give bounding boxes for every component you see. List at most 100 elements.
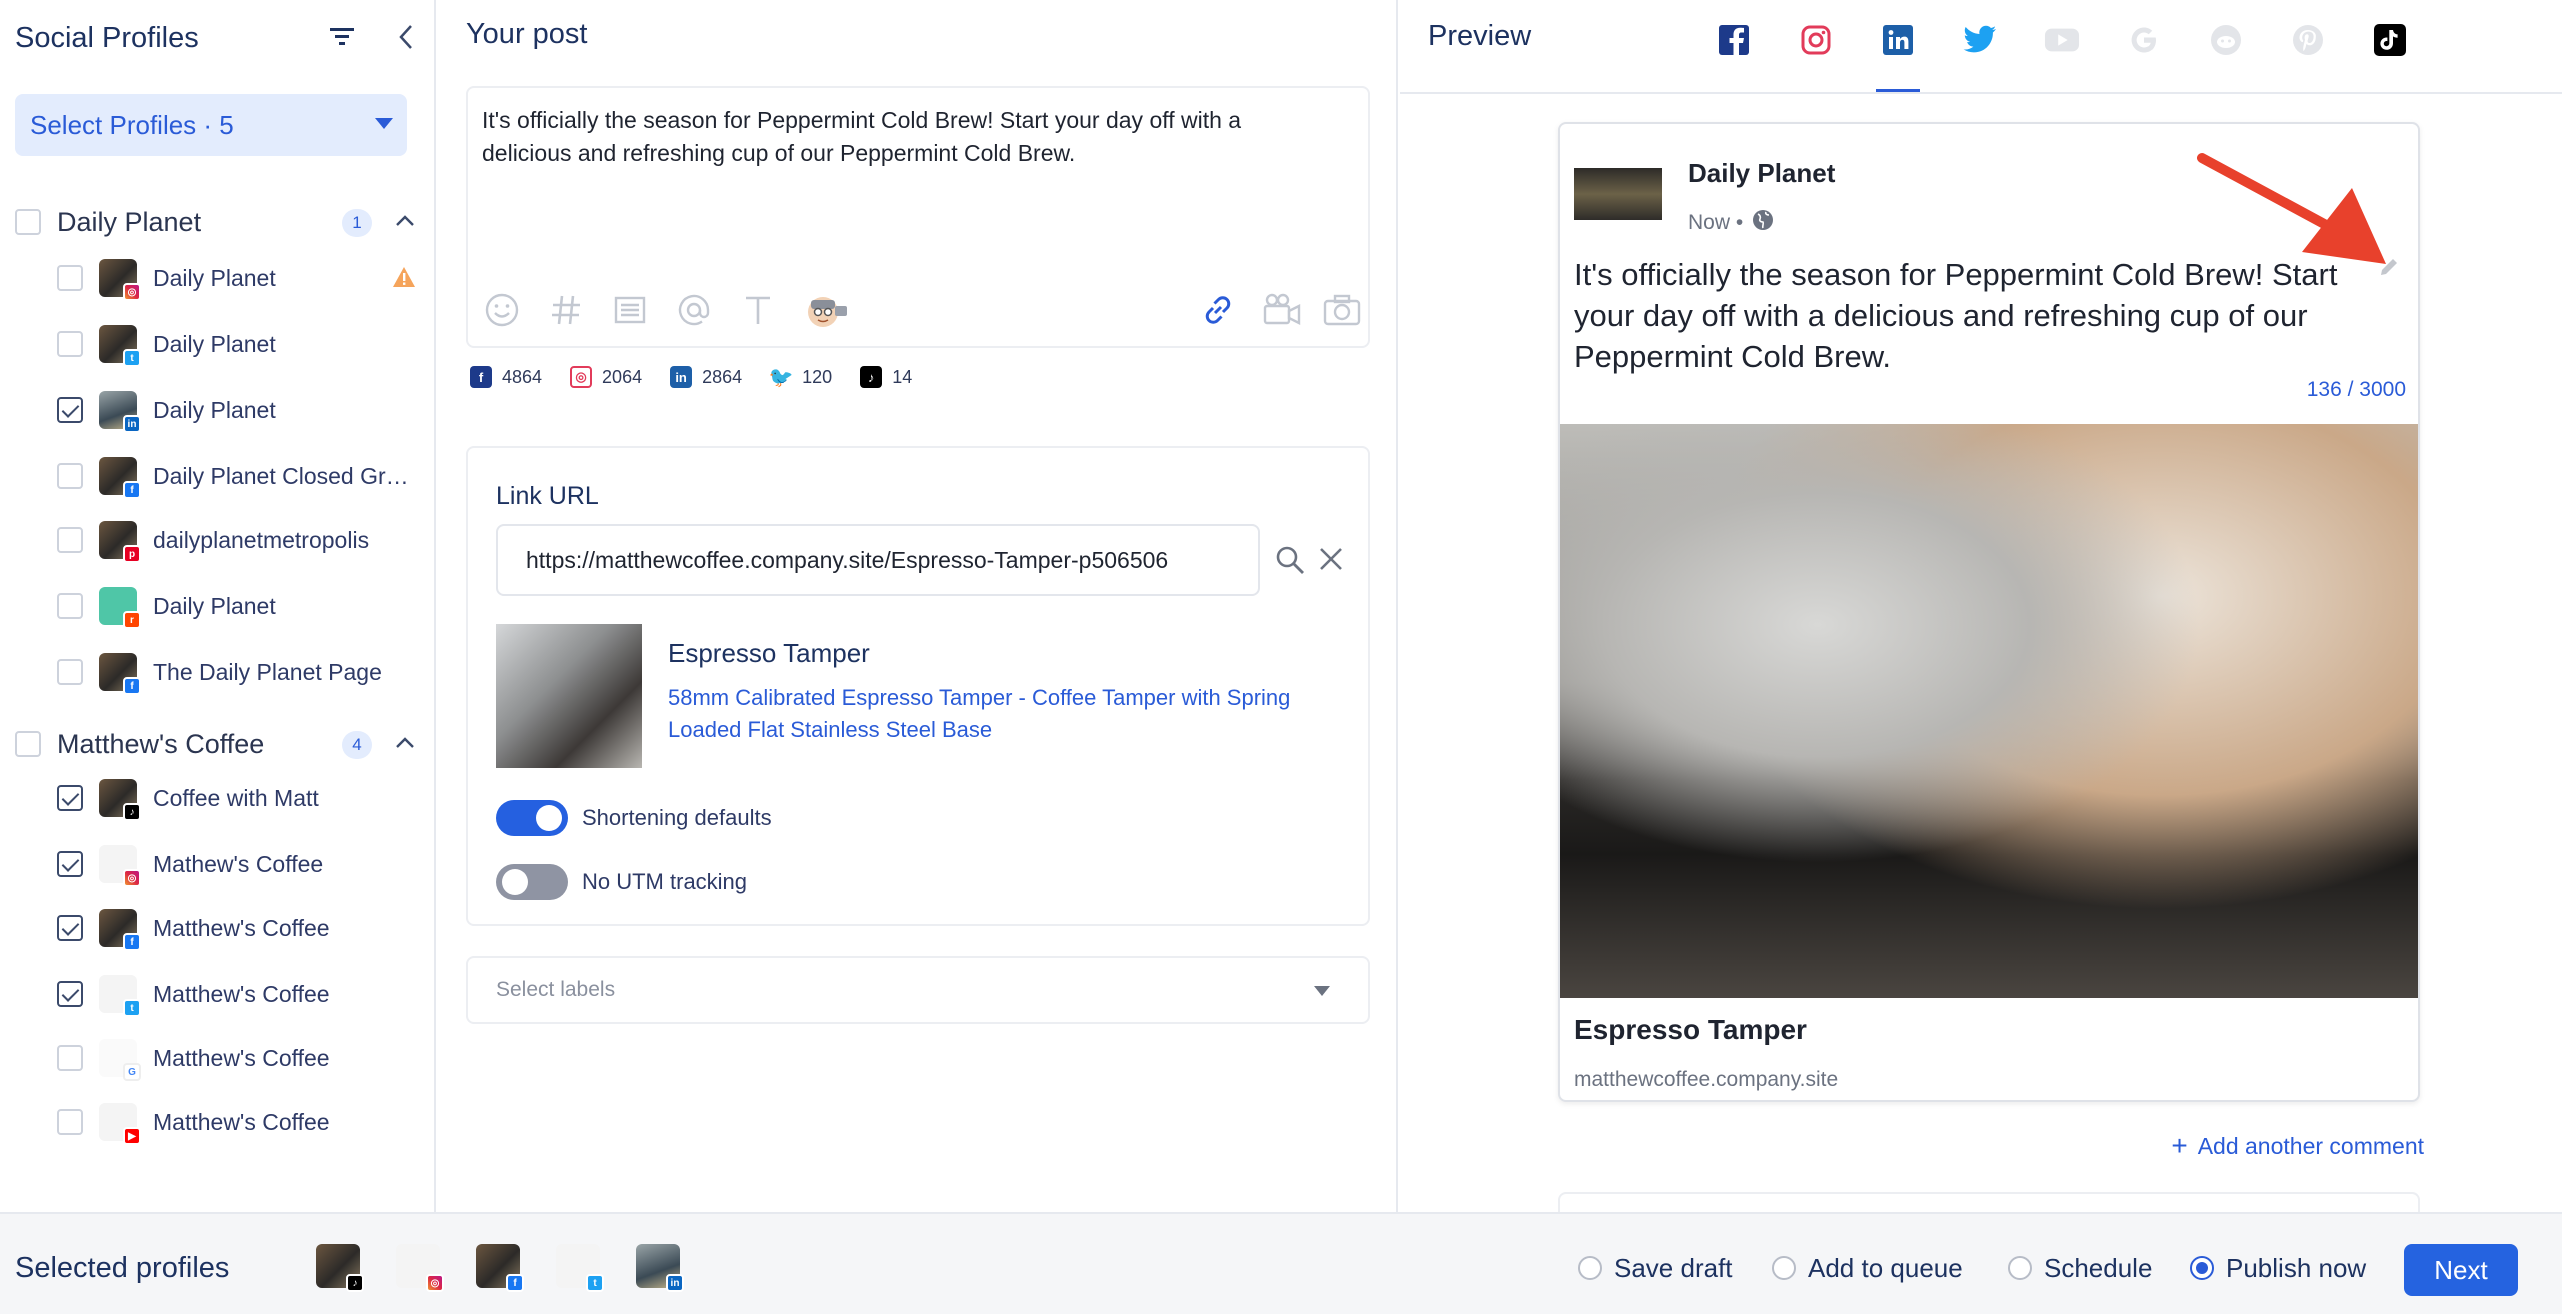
option-label: Schedule — [2044, 1252, 2153, 1283]
tab-linkedin[interactable] — [1876, 22, 1920, 92]
text-format-icon[interactable] — [736, 288, 780, 332]
labels-select[interactable]: Select labels — [466, 956, 1370, 1024]
profile-row[interactable]: in Daily Planet — [57, 388, 416, 433]
profile-row[interactable]: ◎ Daily Planet — [57, 256, 416, 301]
radio-button[interactable] — [2190, 1256, 2214, 1280]
profile-row[interactable]: ▶ Matthew's Coffee — [57, 1100, 416, 1145]
profile-row[interactable]: f Matthew's Coffee — [57, 906, 416, 951]
avatar[interactable]: f — [476, 1244, 524, 1292]
avatar[interactable]: t — [556, 1244, 604, 1292]
profile-checkbox[interactable] — [57, 1045, 83, 1071]
option-save-draft[interactable]: Save draft — [1578, 1248, 1733, 1288]
caret-down-icon — [375, 118, 393, 129]
hashtag-icon[interactable] — [544, 288, 588, 332]
link-url-input[interactable]: https://matthewcoffee.company.site/Espre… — [496, 524, 1260, 596]
profile-checkbox[interactable] — [57, 593, 83, 619]
profile-checkbox[interactable] — [57, 331, 83, 357]
profile-name: The Daily Planet Page — [153, 658, 382, 685]
option-add-to-queue[interactable]: Add to queue — [1772, 1248, 1963, 1288]
group-checkbox[interactable] — [15, 731, 41, 757]
profile-checkbox[interactable] — [57, 981, 83, 1007]
profile-row[interactable]: ♪ Coffee with Matt — [57, 776, 416, 821]
profile-checkbox[interactable] — [57, 1109, 83, 1135]
preview-time: Now • — [1688, 211, 1744, 234]
chevron-up-icon[interactable] — [394, 732, 416, 759]
mention-icon[interactable] — [672, 288, 716, 332]
profile-checkbox[interactable] — [57, 397, 83, 423]
avatar: ◎ — [99, 845, 141, 887]
profile-checkbox[interactable] — [57, 463, 83, 489]
profile-row[interactable]: t Daily Planet — [57, 322, 416, 367]
avatar[interactable]: ♪ — [316, 1244, 364, 1292]
profile-row[interactable]: f Daily Planet Closed Gro... — [57, 454, 416, 499]
profile-checkbox[interactable] — [57, 265, 83, 291]
ai-assistant-icon[interactable] — [800, 288, 852, 332]
emoji-icon[interactable] — [480, 288, 524, 332]
link-url-card: Link URL https://matthewcoffee.company.s… — [466, 446, 1370, 926]
chevron-up-icon[interactable] — [394, 210, 416, 237]
profile-name: Matthew's Coffee — [153, 914, 330, 941]
linkedin-icon: in — [670, 366, 693, 388]
radio-button[interactable] — [2008, 1256, 2032, 1280]
video-icon[interactable] — [1260, 288, 1304, 332]
shortening-toggle-row[interactable]: Shortening defaults — [496, 798, 772, 838]
profile-row[interactable]: ◎ Mathew's Coffee — [57, 842, 416, 887]
profile-checkbox[interactable] — [57, 915, 83, 941]
profile-checkbox[interactable] — [57, 851, 83, 877]
avatar[interactable]: in — [636, 1244, 684, 1292]
tab-youtube[interactable] — [2044, 22, 2080, 58]
profile-row[interactable]: r Daily Planet — [57, 584, 416, 629]
tab-instagram[interactable] — [1798, 22, 1834, 58]
add-comment-label: Add another comment — [2197, 1132, 2424, 1159]
post-editor[interactable]: It's officially the season for Peppermin… — [466, 86, 1370, 348]
link-preview-thumbnail — [496, 624, 642, 768]
collapse-sidebar-icon[interactable] — [396, 22, 416, 57]
labels-placeholder: Select labels — [496, 978, 616, 1001]
red-arrow-annotation — [2197, 153, 2386, 264]
link-icon[interactable] — [1196, 288, 1240, 332]
link-url-label: Link URL — [496, 482, 599, 510]
camera-icon[interactable] — [1320, 288, 1364, 332]
utm-toggle[interactable] — [496, 864, 568, 900]
instagram-icon: ◎ — [570, 366, 593, 388]
snippets-icon[interactable] — [608, 288, 652, 332]
tab-pinterest[interactable] — [2290, 22, 2326, 58]
avatar — [1574, 168, 1662, 220]
avatar[interactable]: ◎ — [396, 1244, 444, 1292]
avatar: ▶ — [99, 1103, 141, 1145]
option-label: Publish now — [2226, 1252, 2367, 1283]
profile-checkbox[interactable] — [57, 785, 83, 811]
filter-icon[interactable] — [328, 24, 356, 53]
profile-group-matthews-coffee[interactable]: Matthew's Coffee 4 — [15, 722, 416, 766]
profile-row[interactable]: t Matthew's Coffee — [57, 972, 416, 1017]
profile-group-daily-planet[interactable]: Daily Planet 1 — [15, 200, 416, 244]
group-checkbox[interactable] — [15, 209, 41, 235]
tab-reddit[interactable] — [2208, 22, 2244, 58]
profile-row[interactable]: G Matthew's Coffee — [57, 1036, 416, 1081]
select-profiles-dropdown[interactable]: Select Profiles · 5 — [15, 94, 407, 156]
utm-toggle-row[interactable]: No UTM tracking — [496, 862, 747, 902]
radio-button[interactable] — [1578, 1256, 1602, 1280]
avatar: p — [99, 521, 141, 563]
profile-checkbox[interactable] — [57, 659, 83, 685]
option-schedule[interactable]: Schedule — [2008, 1248, 2152, 1288]
tab-google[interactable] — [2126, 22, 2162, 58]
radio-button[interactable] — [1772, 1256, 1796, 1280]
tab-twitter[interactable] — [1962, 22, 1998, 58]
close-icon[interactable] — [1316, 544, 1346, 579]
option-publish-now[interactable]: Publish now — [2190, 1248, 2366, 1288]
tab-facebook[interactable] — [1716, 22, 1752, 58]
post-text[interactable]: It's officially the season for Peppermin… — [482, 104, 1308, 170]
add-comment-button[interactable]: + Add another comment — [2171, 1130, 2424, 1162]
count-value: 4864 — [502, 366, 543, 387]
profile-checkbox[interactable] — [57, 527, 83, 553]
profile-row[interactable]: p dailyplanetmetropolis — [57, 518, 416, 563]
shortening-toggle[interactable] — [496, 800, 568, 836]
next-button[interactable]: Next — [2404, 1244, 2518, 1296]
profile-name: Daily Planet — [153, 592, 276, 619]
search-icon[interactable] — [1274, 544, 1306, 581]
tab-tiktok[interactable] — [2372, 22, 2408, 58]
warning-icon[interactable] — [392, 266, 416, 293]
count-linkedin: in 2864 — [670, 366, 742, 388]
profile-row[interactable]: f The Daily Planet Page — [57, 650, 416, 695]
